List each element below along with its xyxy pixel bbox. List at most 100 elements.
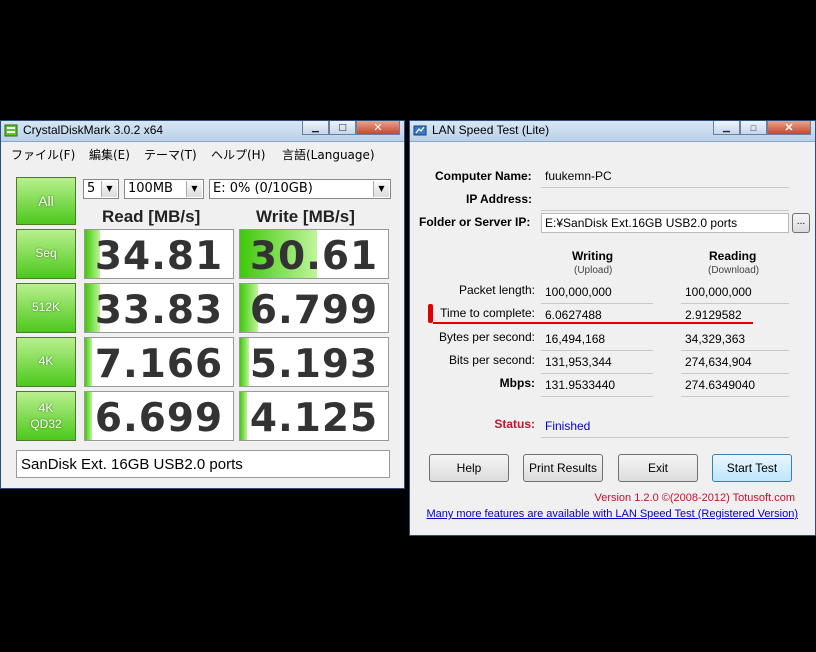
menu-edit[interactable]: 編集(E) (89, 146, 130, 163)
write-value: 4.125 (249, 396, 379, 441)
reading-header: Reading (709, 249, 757, 263)
close-button[interactable]: ✕ (356, 121, 400, 135)
lan-speed-test-window: LAN Speed Test (Lite) ▁ □ ✕ Computer Nam… (409, 120, 816, 536)
4k-test-button[interactable]: 4K (16, 337, 76, 387)
help-button[interactable]: Help (429, 454, 509, 482)
registered-version-link[interactable]: Many more features are available with LA… (426, 508, 798, 520)
maximize-button[interactable]: □ (740, 121, 767, 135)
read-result-4k-qd32: 6.699 (84, 391, 234, 441)
exit-button-label: Exit (647, 461, 668, 475)
maximize-button[interactable]: □ (329, 121, 356, 135)
cdm-menubar: ファイル(F) 編集(E) テーマ(T) ヘルプ(H) 言語(Language) (1, 142, 404, 164)
test-label: 4K (38, 401, 54, 415)
test-label: 512K (31, 300, 61, 314)
512k-test-button[interactable]: 512K (16, 283, 76, 333)
browse-button[interactable]: ... (792, 213, 810, 233)
bits-per-second-label: Bits per second: (448, 353, 535, 367)
bytes-per-second-read: 34,329,363 (685, 332, 746, 346)
read-result-4k: 7.166 (84, 337, 234, 387)
close-icon: ✕ (784, 122, 794, 134)
folder-server-value: E:¥SanDisk Ext.16GB USB2.0 ports (545, 216, 738, 230)
bits-per-second-write: 131,953,344 (545, 355, 612, 369)
seq-test-button[interactable]: Seq (16, 229, 76, 279)
status-value: Finished (545, 419, 591, 433)
close-icon: ✕ (373, 121, 383, 134)
cdm-titlebar[interactable]: CrystalDiskMark 3.0.2 x64 ▁ □ ✕ (1, 121, 404, 142)
write-result-4k: 5.193 (239, 337, 389, 387)
folder-server-input[interactable]: E:¥SanDisk Ext.16GB USB2.0 ports (541, 213, 789, 233)
write-column-header: Write [MB/s] (256, 207, 355, 226)
chevron-down-icon: ▼ (101, 181, 117, 197)
time-highlight-marker (428, 304, 433, 323)
mbps-write: 131.9533440 (545, 378, 616, 392)
minimize-icon: ▁ (723, 122, 730, 132)
print-results-button[interactable]: Print Results (523, 454, 603, 482)
ip-address-label: IP Address: (466, 192, 533, 206)
crystaldiskmark-window: CrystalDiskMark 3.0.2 x64 ▁ □ ✕ ファイル(F) … (0, 120, 405, 489)
chevron-down-icon: ▼ (373, 181, 389, 197)
read-value: 7.166 (94, 342, 224, 387)
download-subheader: (Download) (708, 265, 760, 276)
runs-value: 5 (87, 181, 96, 196)
all-test-button[interactable]: All (16, 177, 76, 225)
test-label: 4K (38, 354, 54, 368)
drive-value: E: 0% (0/10GB) (213, 181, 313, 196)
mbps-read: 274.6349040 (685, 378, 756, 392)
read-result-seq: 34.81 (84, 229, 234, 279)
read-value: 34.81 (94, 234, 224, 279)
bytes-per-second-write: 16,494,168 (545, 332, 606, 346)
packet-length-write: 100,000,000 (545, 285, 612, 299)
time-to-complete-write: 6.0627488 (545, 308, 602, 322)
minimize-button[interactable]: ▁ (713, 121, 740, 135)
lst-window-title: LAN Speed Test (Lite) (432, 123, 550, 137)
bits-per-second-read: 274,634,904 (685, 355, 752, 369)
upload-subheader: (Upload) (574, 265, 613, 276)
test-label-qd: QD32 (30, 417, 62, 431)
write-result-512k: 6.799 (239, 283, 389, 333)
chevron-down-icon: ▼ (186, 181, 202, 197)
print-results-label: Print Results (528, 461, 598, 475)
menu-file[interactable]: ファイル(F) (11, 146, 75, 163)
lst-titlebar[interactable]: LAN Speed Test (Lite) ▁ □ ✕ (410, 121, 815, 142)
time-to-complete-label: Time to complete: (440, 306, 535, 320)
status-label: Status: (494, 417, 535, 431)
help-button-label: Help (456, 461, 482, 475)
packet-length-read: 100,000,000 (685, 285, 752, 299)
size-value: 100MB (128, 181, 173, 196)
bytes-per-second-label: Bytes per second: (438, 330, 535, 344)
browse-icon: ... (796, 216, 806, 227)
crystaldiskmark-app-icon (4, 124, 18, 137)
folder-server-label: Folder or Server IP: (419, 215, 531, 229)
write-value: 30.61 (249, 234, 379, 279)
time-to-complete-read: 2.9129582 (685, 308, 742, 322)
time-highlight-underline (433, 322, 753, 324)
comment-field[interactable]: SanDisk Ext. 16GB USB2.0 ports (16, 450, 390, 478)
cdm-window-title: CrystalDiskMark 3.0.2 x64 (23, 123, 164, 137)
maximize-icon: □ (750, 122, 757, 133)
4k-qd32-test-button[interactable]: 4K QD32 (16, 391, 76, 441)
mbps-label: Mbps: (499, 376, 535, 390)
menu-help[interactable]: ヘルプ(H) (211, 146, 265, 163)
minimize-button[interactable]: ▁ (302, 121, 329, 135)
read-result-512k: 33.83 (84, 283, 234, 333)
read-value: 6.699 (94, 396, 224, 441)
test-label: Seq (35, 246, 57, 260)
menu-language[interactable]: 言語(Language) (282, 146, 375, 163)
drive-select[interactable]: E: 0% (0/10GB) ▼ (209, 179, 391, 199)
write-value: 5.193 (249, 342, 379, 387)
exit-button[interactable]: Exit (618, 454, 698, 482)
size-select[interactable]: 100MB ▼ (124, 179, 204, 199)
writing-header: Writing (572, 249, 614, 263)
runs-select[interactable]: 5 ▼ (83, 179, 119, 199)
all-label: All (38, 193, 54, 209)
menu-theme[interactable]: テーマ(T) (144, 146, 197, 163)
version-text: Version 1.2.0 ©(2008-2012) Totusoft.com (594, 492, 795, 504)
start-test-button[interactable]: Start Test (712, 454, 792, 482)
computer-name-value: fuukemn-PC (545, 169, 612, 183)
packet-length-label: Packet length: (458, 283, 535, 297)
close-button[interactable]: ✕ (767, 121, 811, 135)
minimize-icon: ▁ (312, 122, 319, 133)
write-result-4k-qd32: 4.125 (239, 391, 389, 441)
start-test-label: Start Test (726, 461, 778, 475)
read-value: 33.83 (94, 288, 224, 333)
